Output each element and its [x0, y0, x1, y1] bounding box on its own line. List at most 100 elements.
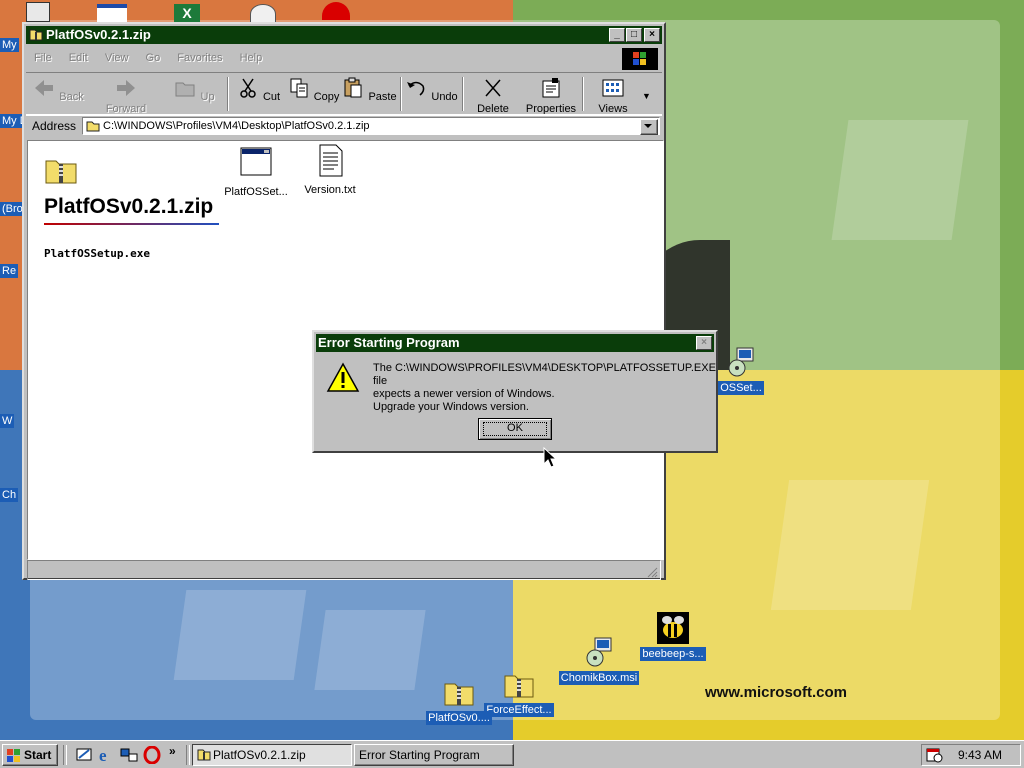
focus-rect [483, 422, 547, 436]
show-desktop-icon[interactable] [75, 746, 93, 764]
taskbar-separator [63, 745, 67, 765]
task-button-error-dialog[interactable]: Error Starting Program [354, 744, 514, 766]
explorer-titlebar[interactable]: PlatfOSv0.2.1.zip _ □ × [26, 26, 662, 44]
my-computer-icon[interactable] [26, 2, 50, 22]
menu-view[interactable]: View [105, 52, 129, 64]
up-button[interactable]: Up [166, 75, 222, 113]
start-button[interactable]: Start [2, 744, 58, 766]
dialog-message-line: Upgrade your Windows version. [373, 401, 529, 413]
svg-text:e: e [99, 746, 107, 764]
desktop-icon-label[interactable]: My [0, 38, 19, 52]
windows-logo-icon [7, 749, 20, 762]
dialog-message-line: The C:\WINDOWS\PROFILES\VM4\DESKTOP\PLAT… [373, 362, 716, 387]
wallpaper-pane [770, 480, 930, 610]
zip-folder-icon [443, 676, 475, 708]
desktop-icon-label[interactable]: Ch [0, 488, 19, 502]
zip-folder-icon [45, 160, 77, 184]
back-arrow-icon [35, 80, 54, 96]
toolbar-separator [582, 77, 584, 111]
menu-help[interactable]: Help [240, 52, 263, 64]
toolbar-separator [462, 77, 464, 111]
error-dialog: Error Starting Program × The C:\WINDOWS\… [312, 330, 718, 453]
windows-throbber-logo [622, 48, 658, 70]
toolbar-separator [400, 77, 402, 111]
installer-icon [583, 636, 615, 668]
microsoft-url-text: www.microsoft.com [705, 684, 847, 701]
forward-button[interactable]: Forward [98, 75, 154, 115]
file-item-platfossetup[interactable]: PlatfOSSet... [216, 145, 296, 198]
file-label: Version.txt [304, 184, 356, 196]
cut-button[interactable]: Cut [230, 75, 286, 113]
dialog-title: Error Starting Program [318, 335, 460, 350]
desktop-icon-label: OSSet... [718, 381, 764, 395]
paste-button[interactable]: Paste [341, 75, 397, 113]
dialog-message: The C:\WINDOWS\PROFILES\VM4\DESKTOP\PLAT… [373, 362, 716, 414]
clock[interactable]: 9:43 AM [958, 748, 1002, 762]
desktop-icon-platfos-zip[interactable]: PlatfOSv0.... [414, 676, 504, 725]
address-input[interactable]: C:\WINDOWS\Profiles\VM4\Desktop\PlatfOSv… [82, 117, 660, 135]
task-button-explorer[interactable]: PlatfOSv0.2.1.zip [192, 744, 352, 766]
desktop-icon-chomikbox[interactable]: ChomikBox.msi [554, 636, 644, 685]
undo-icon [407, 81, 425, 96]
views-icon [602, 79, 624, 97]
menu-bar: File Edit View Go Favorites Help [26, 48, 662, 68]
properties-icon [542, 78, 560, 98]
clock-app-icon[interactable] [250, 4, 276, 24]
mouse-cursor-icon [543, 447, 557, 468]
dialog-titlebar[interactable]: Error Starting Program × [316, 334, 714, 352]
menu-edit[interactable]: Edit [69, 52, 88, 64]
menu-go[interactable]: Go [146, 52, 161, 64]
address-label: Address [32, 119, 77, 133]
maximize-button[interactable]: □ [626, 28, 642, 42]
back-button[interactable]: Back [30, 75, 86, 113]
toolbar-separator [227, 77, 229, 111]
menu-favorites[interactable]: Favorites [177, 52, 222, 64]
zip-folder-icon [29, 29, 43, 41]
excel-icon[interactable]: X [174, 4, 200, 22]
address-value: C:\WINDOWS\Profiles\VM4\Desktop\PlatfOSv… [103, 120, 370, 132]
folder-panel-title: PlatfOSv0.2.1.zip [44, 195, 214, 218]
copy-button[interactable]: Copy [285, 75, 341, 113]
forward-arrow-icon [117, 80, 135, 96]
exe-window-icon [240, 147, 272, 176]
address-dropdown-button[interactable] [640, 119, 658, 135]
wallpaper-pane [314, 610, 426, 690]
internet-explorer-icon[interactable]: e [97, 746, 115, 764]
title-underline [44, 223, 219, 225]
desktop-icon-label: ChomikBox.msi [558, 671, 640, 685]
zip-folder-icon [86, 121, 100, 132]
zip-folder-icon [503, 668, 535, 700]
opera-icon[interactable] [143, 746, 161, 764]
file-label: PlatfOSSet... [224, 186, 288, 198]
zip-folder-icon [197, 749, 211, 761]
toolbar: Back Forward Up Cut Copy Paste Undo Dele… [26, 72, 662, 116]
dialog-close-button[interactable]: × [696, 336, 712, 350]
chevron-down-icon [644, 124, 652, 128]
installer-icon [725, 346, 757, 378]
network-icon[interactable] [120, 746, 138, 764]
copy-icon [290, 78, 308, 98]
properties-button[interactable]: Properties [521, 75, 581, 115]
delete-button[interactable]: Delete [465, 75, 521, 115]
task-label: PlatfOSv0.2.1.zip [213, 748, 306, 762]
start-label: Start [24, 748, 52, 762]
desktop-icon-label[interactable]: W [0, 414, 15, 428]
views-button[interactable]: Views [585, 75, 641, 115]
paste-icon [344, 77, 362, 98]
ok-button[interactable]: OK [478, 418, 552, 440]
desktop-icon-label[interactable]: Re [0, 264, 19, 278]
desktop-icon-label: beebeep-s... [640, 647, 706, 661]
taskbar-separator [186, 745, 190, 765]
undo-button[interactable]: Undo [403, 75, 459, 113]
minimize-button[interactable]: _ [609, 28, 625, 42]
quicklaunch-more-button[interactable]: » [169, 744, 176, 758]
close-button[interactable]: × [644, 28, 660, 42]
views-dropdown-icon[interactable]: ▼ [642, 91, 651, 101]
file-item-version[interactable]: Version.txt [290, 143, 370, 196]
wallpaper-pane [831, 120, 969, 240]
resize-grip-icon[interactable] [646, 566, 658, 578]
status-bar [27, 560, 661, 580]
scheduler-tray-icon[interactable] [926, 747, 944, 763]
system-tray: 9:43 AM [921, 744, 1021, 766]
menu-file[interactable]: File [34, 52, 52, 64]
